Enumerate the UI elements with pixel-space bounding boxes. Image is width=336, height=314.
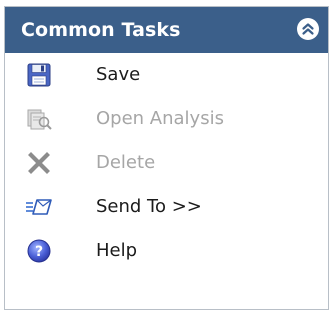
task-send-to[interactable]: Send To >> [5, 185, 328, 229]
panel-header: Common Tasks [5, 7, 328, 53]
task-label-open-analysis: Open Analysis [96, 108, 224, 129]
task-label-delete: Delete [96, 152, 156, 173]
help-icon: ? [25, 237, 53, 265]
task-label-help: Help [96, 240, 138, 261]
double-chevron-up-icon [302, 23, 314, 35]
task-delete[interactable]: Delete [5, 141, 328, 185]
task-label-save: Save [96, 64, 141, 85]
task-help[interactable]: ? Help [5, 229, 328, 273]
task-save[interactable]: Save [5, 53, 328, 97]
common-tasks-panel: Common Tasks Save Open Analysis Delete S… [4, 6, 329, 310]
collapse-button[interactable] [297, 18, 319, 40]
send-to-icon [25, 193, 53, 221]
task-open-analysis[interactable]: Open Analysis [5, 97, 328, 141]
open-analysis-icon [25, 105, 53, 133]
svg-text:?: ? [35, 244, 43, 260]
task-label-send-to: Send To >> [96, 196, 202, 217]
floppy-disk-icon [25, 61, 53, 89]
panel-title: Common Tasks [21, 19, 181, 41]
delete-x-icon [25, 149, 53, 177]
